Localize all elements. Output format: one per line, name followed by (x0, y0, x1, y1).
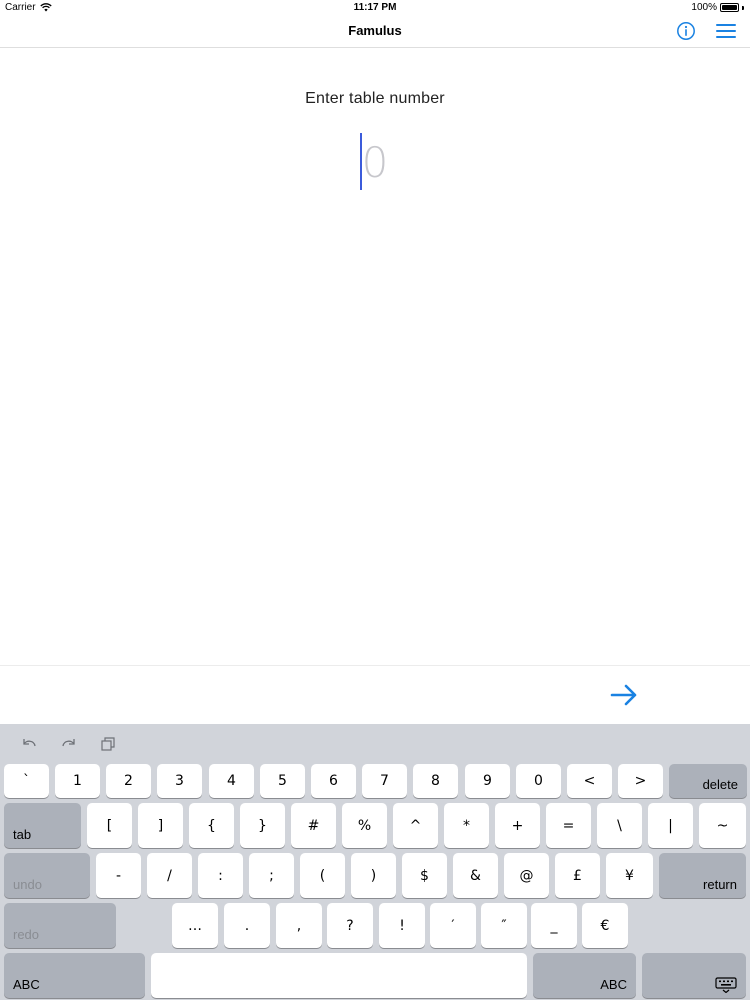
abc-key-right[interactable]: ABC (533, 953, 636, 998)
key-double-prime[interactable]: ″ (481, 903, 527, 948)
key-prime[interactable]: ′ (430, 903, 476, 948)
key-underscore[interactable]: _ (531, 903, 577, 948)
key-right-paren[interactable]: ) (351, 853, 396, 898)
key-semicolon[interactable]: ; (249, 853, 294, 898)
key-5[interactable]: 5 (260, 764, 305, 798)
table-number-input[interactable] (300, 132, 450, 192)
key-8[interactable]: 8 (413, 764, 458, 798)
table-number-field-wrap (300, 132, 450, 192)
input-accessory-bar (0, 665, 750, 724)
symbol-keyboard: ` 1 2 3 4 5 6 7 8 9 0 < > delete tab [ ]… (0, 724, 750, 1000)
key-period[interactable]: . (224, 903, 270, 948)
key-ampersand[interactable]: & (453, 853, 498, 898)
return-key[interactable]: return (659, 853, 746, 898)
keyboard-shortcut-bar (0, 724, 750, 762)
key-ellipsis[interactable]: … (172, 903, 218, 948)
key-dollar[interactable]: $ (402, 853, 447, 898)
key-less-than[interactable]: < (567, 764, 612, 798)
key-left-paren[interactable]: ( (300, 853, 345, 898)
battery-icon (720, 3, 739, 12)
key-4[interactable]: 4 (209, 764, 254, 798)
status-time: 11:17 PM (353, 2, 397, 13)
space-key[interactable] (151, 953, 527, 998)
key-slash[interactable]: / (147, 853, 192, 898)
nav-title: Famulus (348, 23, 402, 38)
hamburger-menu-icon[interactable] (715, 22, 737, 40)
key-equals[interactable]: = (546, 803, 591, 848)
key-hash[interactable]: # (291, 803, 336, 848)
key-1[interactable]: 1 (55, 764, 100, 798)
redo-icon[interactable] (60, 735, 78, 753)
key-caret[interactable]: ^ (393, 803, 438, 848)
table-number-prompt: Enter table number (305, 90, 445, 107)
abc-key-left[interactable]: ABC (4, 953, 145, 998)
key-colon[interactable]: : (198, 853, 243, 898)
redo-key[interactable]: redo (4, 903, 116, 948)
key-right-brace[interactable]: } (240, 803, 285, 848)
key-at[interactable]: @ (504, 853, 549, 898)
key-exclamation[interactable]: ! (379, 903, 425, 948)
key-pound[interactable]: £ (555, 853, 600, 898)
key-backtick[interactable]: ` (4, 764, 49, 798)
key-0[interactable]: 0 (516, 764, 561, 798)
key-comma[interactable]: , (276, 903, 322, 948)
key-greater-than[interactable]: > (618, 764, 663, 798)
paste-icon[interactable] (99, 735, 117, 753)
key-9[interactable]: 9 (465, 764, 510, 798)
key-7[interactable]: 7 (362, 764, 407, 798)
key-percent[interactable]: % (342, 803, 387, 848)
key-2[interactable]: 2 (106, 764, 151, 798)
key-6[interactable]: 6 (311, 764, 356, 798)
keyboard-dismiss-key[interactable] (642, 953, 746, 998)
key-pipe[interactable]: | (648, 803, 693, 848)
battery-group: 100% (691, 2, 744, 13)
key-hyphen[interactable]: - (96, 853, 141, 898)
undo-icon[interactable] (20, 735, 38, 753)
key-yen[interactable]: ¥ (606, 853, 653, 898)
key-euro[interactable]: € (582, 903, 628, 948)
key-tilde[interactable]: ~ (699, 803, 746, 848)
key-asterisk[interactable]: * (444, 803, 489, 848)
arrow-right-icon[interactable] (609, 683, 639, 707)
key-left-brace[interactable]: { (189, 803, 234, 848)
key-plus[interactable]: + (495, 803, 540, 848)
key-right-bracket[interactable]: ] (138, 803, 183, 848)
info-circle-icon[interactable] (676, 21, 696, 41)
key-question[interactable]: ? (327, 903, 373, 948)
key-backslash[interactable]: \ (597, 803, 642, 848)
navigation-bar: Famulus (0, 16, 750, 48)
status-bar: Carrier 11:17 PM 100% (0, 0, 750, 16)
battery-percent: 100% (691, 2, 717, 13)
key-3[interactable]: 3 (157, 764, 202, 798)
delete-key[interactable]: delete (669, 764, 747, 798)
undo-key[interactable]: undo (4, 853, 90, 898)
key-left-bracket[interactable]: [ (87, 803, 132, 848)
keyboard-dismiss-icon (715, 977, 737, 993)
tab-key[interactable]: tab (4, 803, 81, 848)
